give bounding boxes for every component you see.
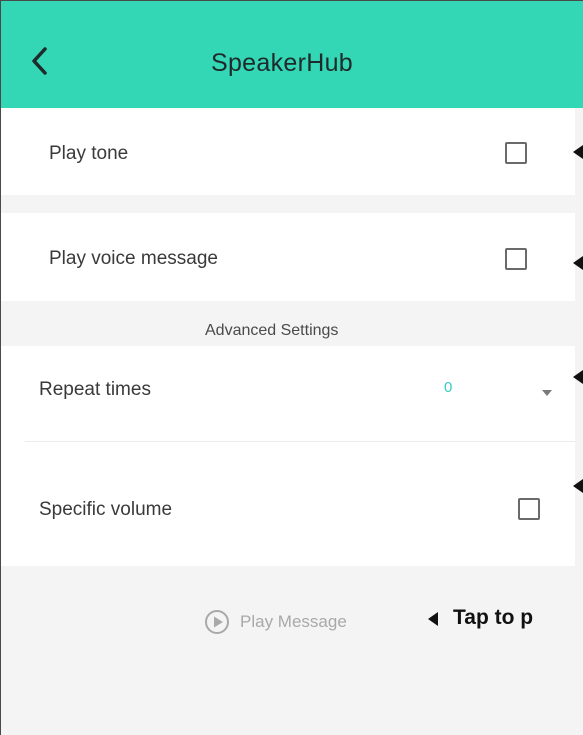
back-button[interactable] bbox=[25, 41, 55, 81]
specific-volume-checkbox[interactable] bbox=[518, 498, 540, 520]
callout-pointer-play-voice bbox=[573, 256, 583, 270]
play-message-button[interactable]: Play Message bbox=[204, 607, 347, 637]
play-tone-label: Play tone bbox=[49, 143, 129, 164]
callout-text: Tap to p bbox=[453, 606, 534, 629]
repeat-times-value[interactable]: 0 bbox=[444, 379, 452, 396]
stage: SpeakerHub Play tone Play voice message … bbox=[0, 0, 583, 735]
callout-pointer-repeat-times bbox=[573, 370, 583, 384]
advanced-settings-heading: Advanced Settings bbox=[205, 322, 339, 339]
divider bbox=[25, 441, 575, 442]
repeat-times-dropdown-icon[interactable] bbox=[542, 390, 552, 396]
play-tone-checkbox[interactable] bbox=[505, 142, 527, 164]
chevron-left-icon bbox=[32, 47, 47, 75]
callout-pointer-play-tone bbox=[573, 145, 583, 159]
repeat-times-label: Repeat times bbox=[39, 379, 151, 400]
callout-pointer-play-message bbox=[428, 612, 438, 626]
play-circle-icon bbox=[205, 610, 229, 634]
play-voice-message-row[interactable]: Play voice message bbox=[1, 213, 575, 301]
page-title: SpeakerHub bbox=[211, 49, 353, 77]
callout-pointer-specific-volume bbox=[573, 479, 583, 493]
play-tone-row[interactable]: Play tone bbox=[1, 108, 575, 195]
play-message-label: Play Message bbox=[240, 612, 347, 631]
play-voice-message-label: Play voice message bbox=[49, 248, 218, 269]
specific-volume-label: Specific volume bbox=[39, 499, 173, 520]
play-voice-message-checkbox[interactable] bbox=[505, 248, 527, 270]
app-header: SpeakerHub bbox=[1, 1, 583, 108]
